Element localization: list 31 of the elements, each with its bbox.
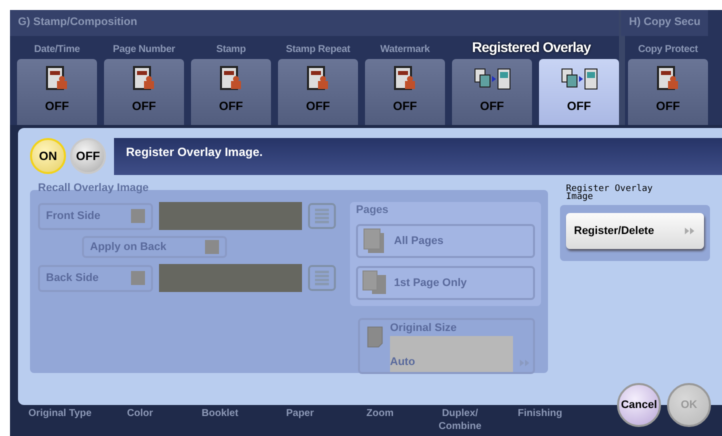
function-label: Page Number xyxy=(112,43,176,57)
function-tab[interactable]: Paper xyxy=(260,405,340,436)
register-delete-button[interactable]: Register/Delete xyxy=(566,213,704,249)
toggle-button[interactable]: OFF xyxy=(70,138,106,174)
group-title: G) Stamp/Composition xyxy=(10,10,619,36)
function-tab[interactable]: OFF xyxy=(452,59,532,125)
section-title: Recall Overlay Image xyxy=(38,182,149,194)
function-label: Stamp xyxy=(216,43,246,57)
function-tab[interactable]: Zoom xyxy=(340,405,420,436)
function-label: Date/Time xyxy=(34,43,80,57)
function-tab[interactable]: OFF xyxy=(539,59,619,125)
function-tab[interactable]: Original Type xyxy=(20,405,100,436)
function-label: Watermark xyxy=(380,43,430,57)
function-tab[interactable]: Finishing xyxy=(500,405,580,436)
message-bar: Register Overlay Image. xyxy=(114,138,722,175)
function-tab[interactable]: OFF xyxy=(365,59,445,125)
function-tab[interactable]: Duplex/ Combine xyxy=(420,405,500,436)
toggle-button[interactable]: ON xyxy=(30,138,66,174)
overlay-title: Registered Overlay xyxy=(472,39,591,55)
section-title: Register Overlay Image xyxy=(566,185,654,201)
function-tab[interactable]: OFF xyxy=(628,59,708,125)
function-tab[interactable]: OFF xyxy=(17,59,97,125)
function-tab[interactable]: OFF xyxy=(278,59,358,125)
function-label: Copy Protect xyxy=(638,43,698,57)
function-label: Stamp Repeat xyxy=(286,43,350,57)
function-tab[interactable]: OFF xyxy=(191,59,271,125)
function-tab[interactable]: Booklet xyxy=(180,405,260,436)
section-title: Pages xyxy=(356,204,390,216)
function-tab[interactable]: OFF xyxy=(104,59,184,125)
group-title: H) Copy Secu xyxy=(621,10,708,36)
function-tab[interactable]: Color xyxy=(100,405,180,436)
